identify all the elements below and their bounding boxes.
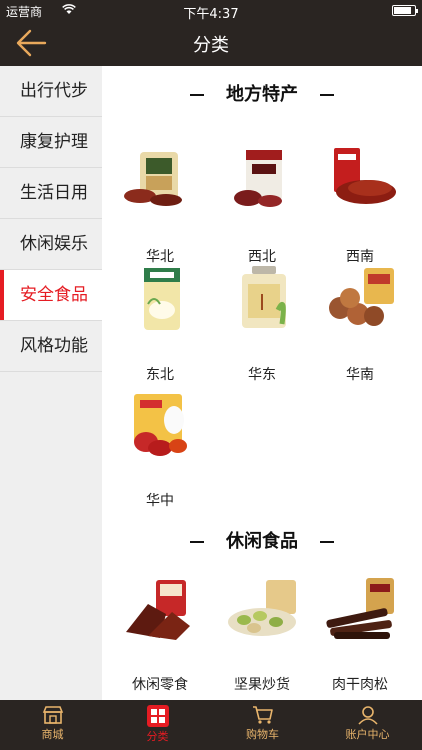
product-image [126, 580, 190, 640]
tab-bar: 商城 分类 购物车 账户中心 [0, 700, 422, 750]
category-sidebar: 出行代步 康复护理 生活日用 休闲娱乐 安全食品 风格功能 [0, 66, 102, 700]
product-image [242, 266, 286, 328]
tab-label: 账户中心 [345, 728, 390, 741]
category-item-north-china[interactable]: 华北 [114, 146, 206, 266]
tab-account[interactable]: 账户中心 [315, 700, 420, 750]
sidebar-item-label: 风格功能 [20, 336, 88, 356]
tab-mall[interactable]: 商城 [0, 700, 105, 750]
category-label: 西南 [346, 249, 374, 265]
status-bar: 运营商 下午4:37 [0, 0, 422, 22]
category-item-northeast[interactable]: 东北 [114, 264, 206, 384]
category-item-nuts[interactable]: 坚果炒货 [216, 574, 308, 694]
title-dash [190, 94, 204, 96]
section-title-text: 休闲食品 [226, 531, 298, 552]
tab-label: 购物车 [246, 728, 279, 741]
category-label: 肉干肉松 [332, 677, 388, 693]
product-image [326, 578, 394, 639]
category-label: 华中 [146, 493, 174, 509]
product-image [144, 268, 180, 330]
shop-icon [42, 706, 63, 724]
sidebar-item-safe-food[interactable]: 安全食品 [0, 270, 102, 321]
sidebar-item-label: 康复护理 [20, 132, 88, 152]
category-item-snack-food[interactable]: 休闲零食 [114, 574, 206, 694]
category-icon [146, 705, 169, 727]
category-item-northwest[interactable]: 西北 [216, 146, 308, 266]
section-title-snacks: 休闲食品 [102, 527, 422, 553]
app-root: { "status_bar": { "carrier": "运营商", "tim… [0, 0, 422, 750]
nav-bar: 分类 [0, 20, 422, 66]
page-title: 分类 [193, 35, 229, 56]
sidebar-item-label: 生活日用 [20, 183, 88, 203]
sidebar-item-daily[interactable]: 生活日用 [0, 168, 102, 219]
cart-icon [252, 706, 273, 724]
section-title-local-specialty: 地方特产 [102, 80, 422, 106]
tab-label: 分类 [146, 730, 169, 743]
sidebar-item-label: 出行代步 [20, 81, 88, 101]
product-image [228, 580, 296, 636]
title-dash [190, 541, 204, 543]
sidebar-item-travel[interactable]: 出行代步 [0, 66, 102, 117]
product-image [124, 152, 182, 206]
category-label: 东北 [146, 367, 174, 383]
category-item-jerky[interactable]: 肉干肉松 [314, 574, 406, 694]
sidebar-item-label: 安全食品 [20, 285, 88, 305]
category-label: 华北 [146, 249, 174, 265]
tab-label: 商城 [41, 728, 64, 741]
title-dash [320, 541, 334, 543]
product-image [334, 148, 396, 204]
battery-icon [392, 5, 418, 16]
title-dash [320, 94, 334, 96]
category-label: 休闲零食 [132, 677, 188, 693]
tab-cart[interactable]: 购物车 [210, 700, 315, 750]
category-label: 西北 [248, 249, 276, 265]
account-icon [357, 706, 378, 725]
sidebar-item-label: 休闲娱乐 [20, 234, 88, 254]
category-label: 华南 [346, 367, 374, 383]
tab-category[interactable]: 分类 [105, 700, 210, 750]
product-image [329, 268, 394, 326]
sidebar-item-rehab[interactable]: 康复护理 [0, 117, 102, 168]
product-image [134, 394, 187, 456]
category-label: 华东 [248, 367, 276, 383]
category-item-east-china[interactable]: 华东 [216, 264, 308, 384]
section-title-text: 地方特产 [226, 84, 298, 105]
category-label: 坚果炒货 [234, 677, 290, 693]
sidebar-item-leisure[interactable]: 休闲娱乐 [0, 219, 102, 270]
category-item-south-china[interactable]: 华南 [314, 264, 406, 384]
category-content: 地方特产 华北 西北 西南 东北 华东 华南 华中 休闲食品 休闲零食 坚果炒货… [102, 66, 422, 700]
product-image [234, 150, 282, 207]
sidebar-item-style[interactable]: 风格功能 [0, 321, 102, 372]
category-item-southwest[interactable]: 西南 [314, 146, 406, 266]
category-item-central-china[interactable]: 华中 [114, 390, 206, 510]
